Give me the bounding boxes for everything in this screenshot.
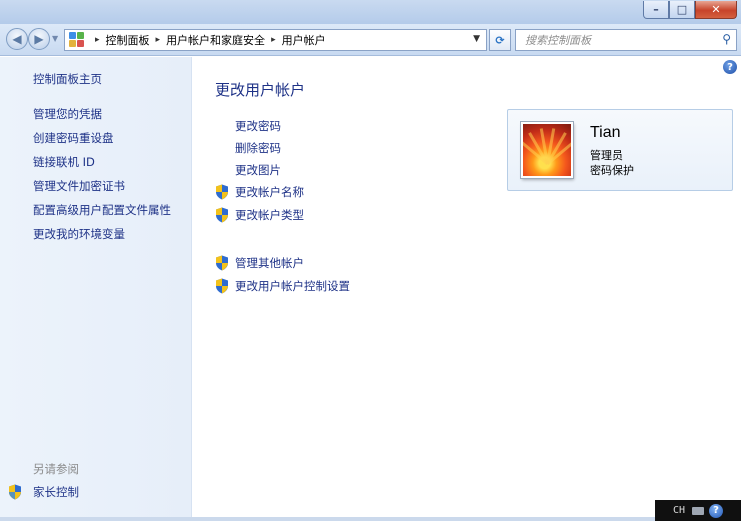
breadcrumb-separator[interactable]: ▸ — [95, 35, 100, 45]
navigation-bar: ◀ ▶ ▼ ▸ 控制面板 ▸ 用户帐户和家庭安全 ▸ 用户帐户 ▼ ⟳ 搜索控制… — [0, 24, 741, 56]
uac-shield-icon — [215, 184, 229, 200]
language-bar[interactable]: CH ? — [655, 500, 741, 521]
sidebar: 控制面板主页 管理您的凭据 创建密码重设盘 链接联机 ID 管理文件加密证书 配… — [0, 57, 192, 517]
search-box[interactable]: 搜索控制面板 ⚲ — [515, 29, 737, 51]
sidebar-item-change-environment-variables[interactable]: 更改我的环境变量 — [33, 226, 125, 242]
back-button[interactable]: ◀ — [6, 28, 28, 50]
close-button[interactable]: ✕ — [695, 1, 737, 19]
user-name: Tian — [590, 124, 621, 141]
sidebar-item-create-password-reset-disk[interactable]: 创建密码重设盘 — [33, 130, 114, 146]
page-title: 更改用户帐户 — [215, 81, 306, 99]
user-account-tile: Tian 管理员 密码保护 — [507, 109, 733, 191]
avatar — [521, 122, 573, 178]
sidebar-item-manage-credentials[interactable]: 管理您的凭据 — [33, 106, 102, 122]
uac-shield-icon — [8, 484, 22, 500]
uac-shield-icon — [215, 278, 229, 294]
breadcrumb-user-accounts-family-safety[interactable]: 用户帐户和家庭安全 — [166, 32, 265, 48]
breadcrumb-separator[interactable]: ▸ — [271, 35, 276, 45]
task-label: 管理其他帐户 — [235, 256, 304, 270]
forward-button[interactable]: ▶ — [28, 28, 50, 50]
breadcrumb-user-accounts[interactable]: 用户帐户 — [282, 32, 326, 48]
user-role: 管理员 — [590, 149, 623, 162]
caption-buttons: – □ ✕ — [643, 1, 737, 19]
recent-pages-dropdown[interactable]: ▼ — [52, 34, 58, 43]
sidebar-item-parental-controls[interactable]: 家长控制 — [8, 484, 79, 500]
task-label: 更改帐户名称 — [235, 185, 304, 199]
minimize-button[interactable]: – — [643, 1, 669, 19]
sidebar-item-manage-encryption-certificates[interactable]: 管理文件加密证书 — [33, 178, 125, 194]
see-also-heading: 另请参阅 — [33, 462, 79, 476]
change-picture-link[interactable]: 更改图片 — [235, 162, 281, 178]
breadcrumb-control-panel[interactable]: 控制面板 — [106, 32, 150, 48]
search-icon[interactable]: ⚲ — [722, 32, 731, 46]
breadcrumb-separator[interactable]: ▸ — [156, 35, 161, 45]
window-bottom-border — [0, 517, 741, 521]
remove-password-link[interactable]: 删除密码 — [235, 140, 281, 156]
change-password-link[interactable]: 更改密码 — [235, 118, 281, 134]
user-password-status: 密码保护 — [590, 164, 634, 177]
search-input[interactable]: 搜索控制面板 — [525, 32, 591, 48]
control-panel-icon — [69, 32, 85, 48]
sidebar-item-link-online-id[interactable]: 链接联机 ID — [33, 154, 95, 170]
manage-other-accounts-link[interactable]: 管理其他帐户 — [215, 255, 304, 271]
address-dropdown-icon[interactable]: ▼ — [473, 34, 480, 44]
sidebar-item-advanced-profile-properties[interactable]: 配置高级用户配置文件属性 — [33, 202, 171, 218]
change-uac-settings-link[interactable]: 更改用户帐户控制设置 — [215, 278, 350, 294]
task-label: 更改帐户类型 — [235, 208, 304, 222]
title-bar: – □ ✕ — [0, 0, 741, 24]
keyboard-icon[interactable] — [692, 506, 705, 515]
task-label: 更改用户帐户控制设置 — [235, 279, 350, 293]
sidebar-item-control-panel-home[interactable]: 控制面板主页 — [33, 71, 102, 87]
address-bar[interactable]: ▸ 控制面板 ▸ 用户帐户和家庭安全 ▸ 用户帐户 ▼ — [64, 29, 487, 51]
help-icon[interactable]: ? — [723, 60, 737, 74]
maximize-button[interactable]: □ — [669, 1, 695, 19]
language-indicator[interactable]: CH — [673, 505, 685, 516]
main-content: ? 更改用户帐户 更改密码 删除密码 更改图片 更改帐户名称 更改帐户类型 管理… — [193, 57, 741, 517]
uac-shield-icon — [215, 207, 229, 223]
sidebar-item-label: 家长控制 — [33, 485, 79, 499]
refresh-icon: ⟳ — [495, 33, 505, 47]
language-help-icon[interactable]: ? — [709, 503, 724, 518]
change-account-type-link[interactable]: 更改帐户类型 — [215, 207, 304, 223]
uac-shield-icon — [215, 255, 229, 271]
refresh-button[interactable]: ⟳ — [489, 29, 511, 51]
change-account-name-link[interactable]: 更改帐户名称 — [215, 184, 304, 200]
